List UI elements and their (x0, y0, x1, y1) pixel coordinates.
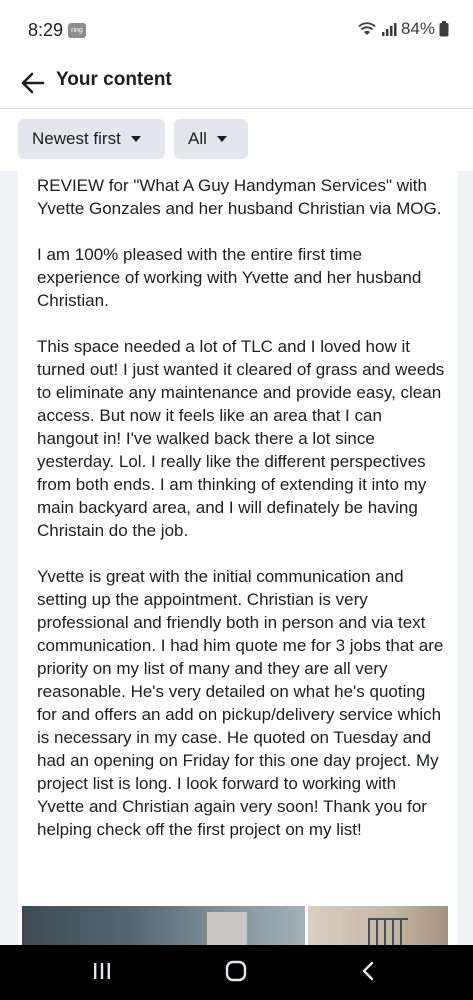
home-icon (224, 959, 248, 988)
recents-icon (91, 961, 113, 986)
status-icons: 84% (357, 19, 449, 39)
post-card: REVIEW for "What A Guy Handyman Services… (18, 171, 458, 945)
post-paragraph: REVIEW for "What A Guy Handyman Services… (37, 176, 442, 218)
photo-detail (368, 918, 408, 945)
status-bar: 8:29 ring 84% (0, 0, 473, 58)
caret-down-icon (130, 136, 141, 142)
post-paragraph: Yvette is great with the initial communi… (37, 567, 444, 839)
arrow-left-icon (18, 72, 48, 102)
post-paragraph: This space needed a lot of TLC and I lov… (37, 337, 445, 540)
post-photo[interactable] (22, 906, 305, 945)
signal-icon (381, 21, 397, 37)
nav-back-button[interactable] (350, 957, 386, 989)
post-paragraph: I am 100% pleased with the entire first … (37, 245, 422, 310)
content-feed[interactable]: REVIEW for "What A Guy Handyman Services… (0, 171, 473, 945)
wifi-icon (357, 21, 377, 37)
status-time: 8:29 (28, 20, 64, 40)
post-photo[interactable] (308, 906, 448, 945)
type-filter-dropdown[interactable]: All (174, 119, 248, 159)
ring-notification-icon: ring (68, 23, 86, 38)
page-title: Your content (56, 69, 172, 90)
photo-detail (207, 912, 247, 945)
back-button[interactable] (18, 68, 48, 98)
sort-dropdown[interactable]: Newest first (18, 119, 165, 159)
home-button[interactable] (218, 957, 254, 989)
app-header: Your content (0, 58, 473, 108)
post-body: REVIEW for "What A Guy Handyman Services… (37, 174, 447, 864)
system-nav-bar (0, 945, 473, 1000)
back-icon (358, 960, 378, 987)
caret-down-icon (216, 136, 227, 142)
recents-button[interactable] (84, 957, 120, 989)
battery-level: 84% (400, 19, 435, 38)
filter-bar: Newest first All (0, 109, 473, 171)
sort-dropdown-label: Newest first (32, 129, 121, 148)
type-filter-label: All (188, 129, 207, 148)
battery-icon (439, 21, 449, 37)
